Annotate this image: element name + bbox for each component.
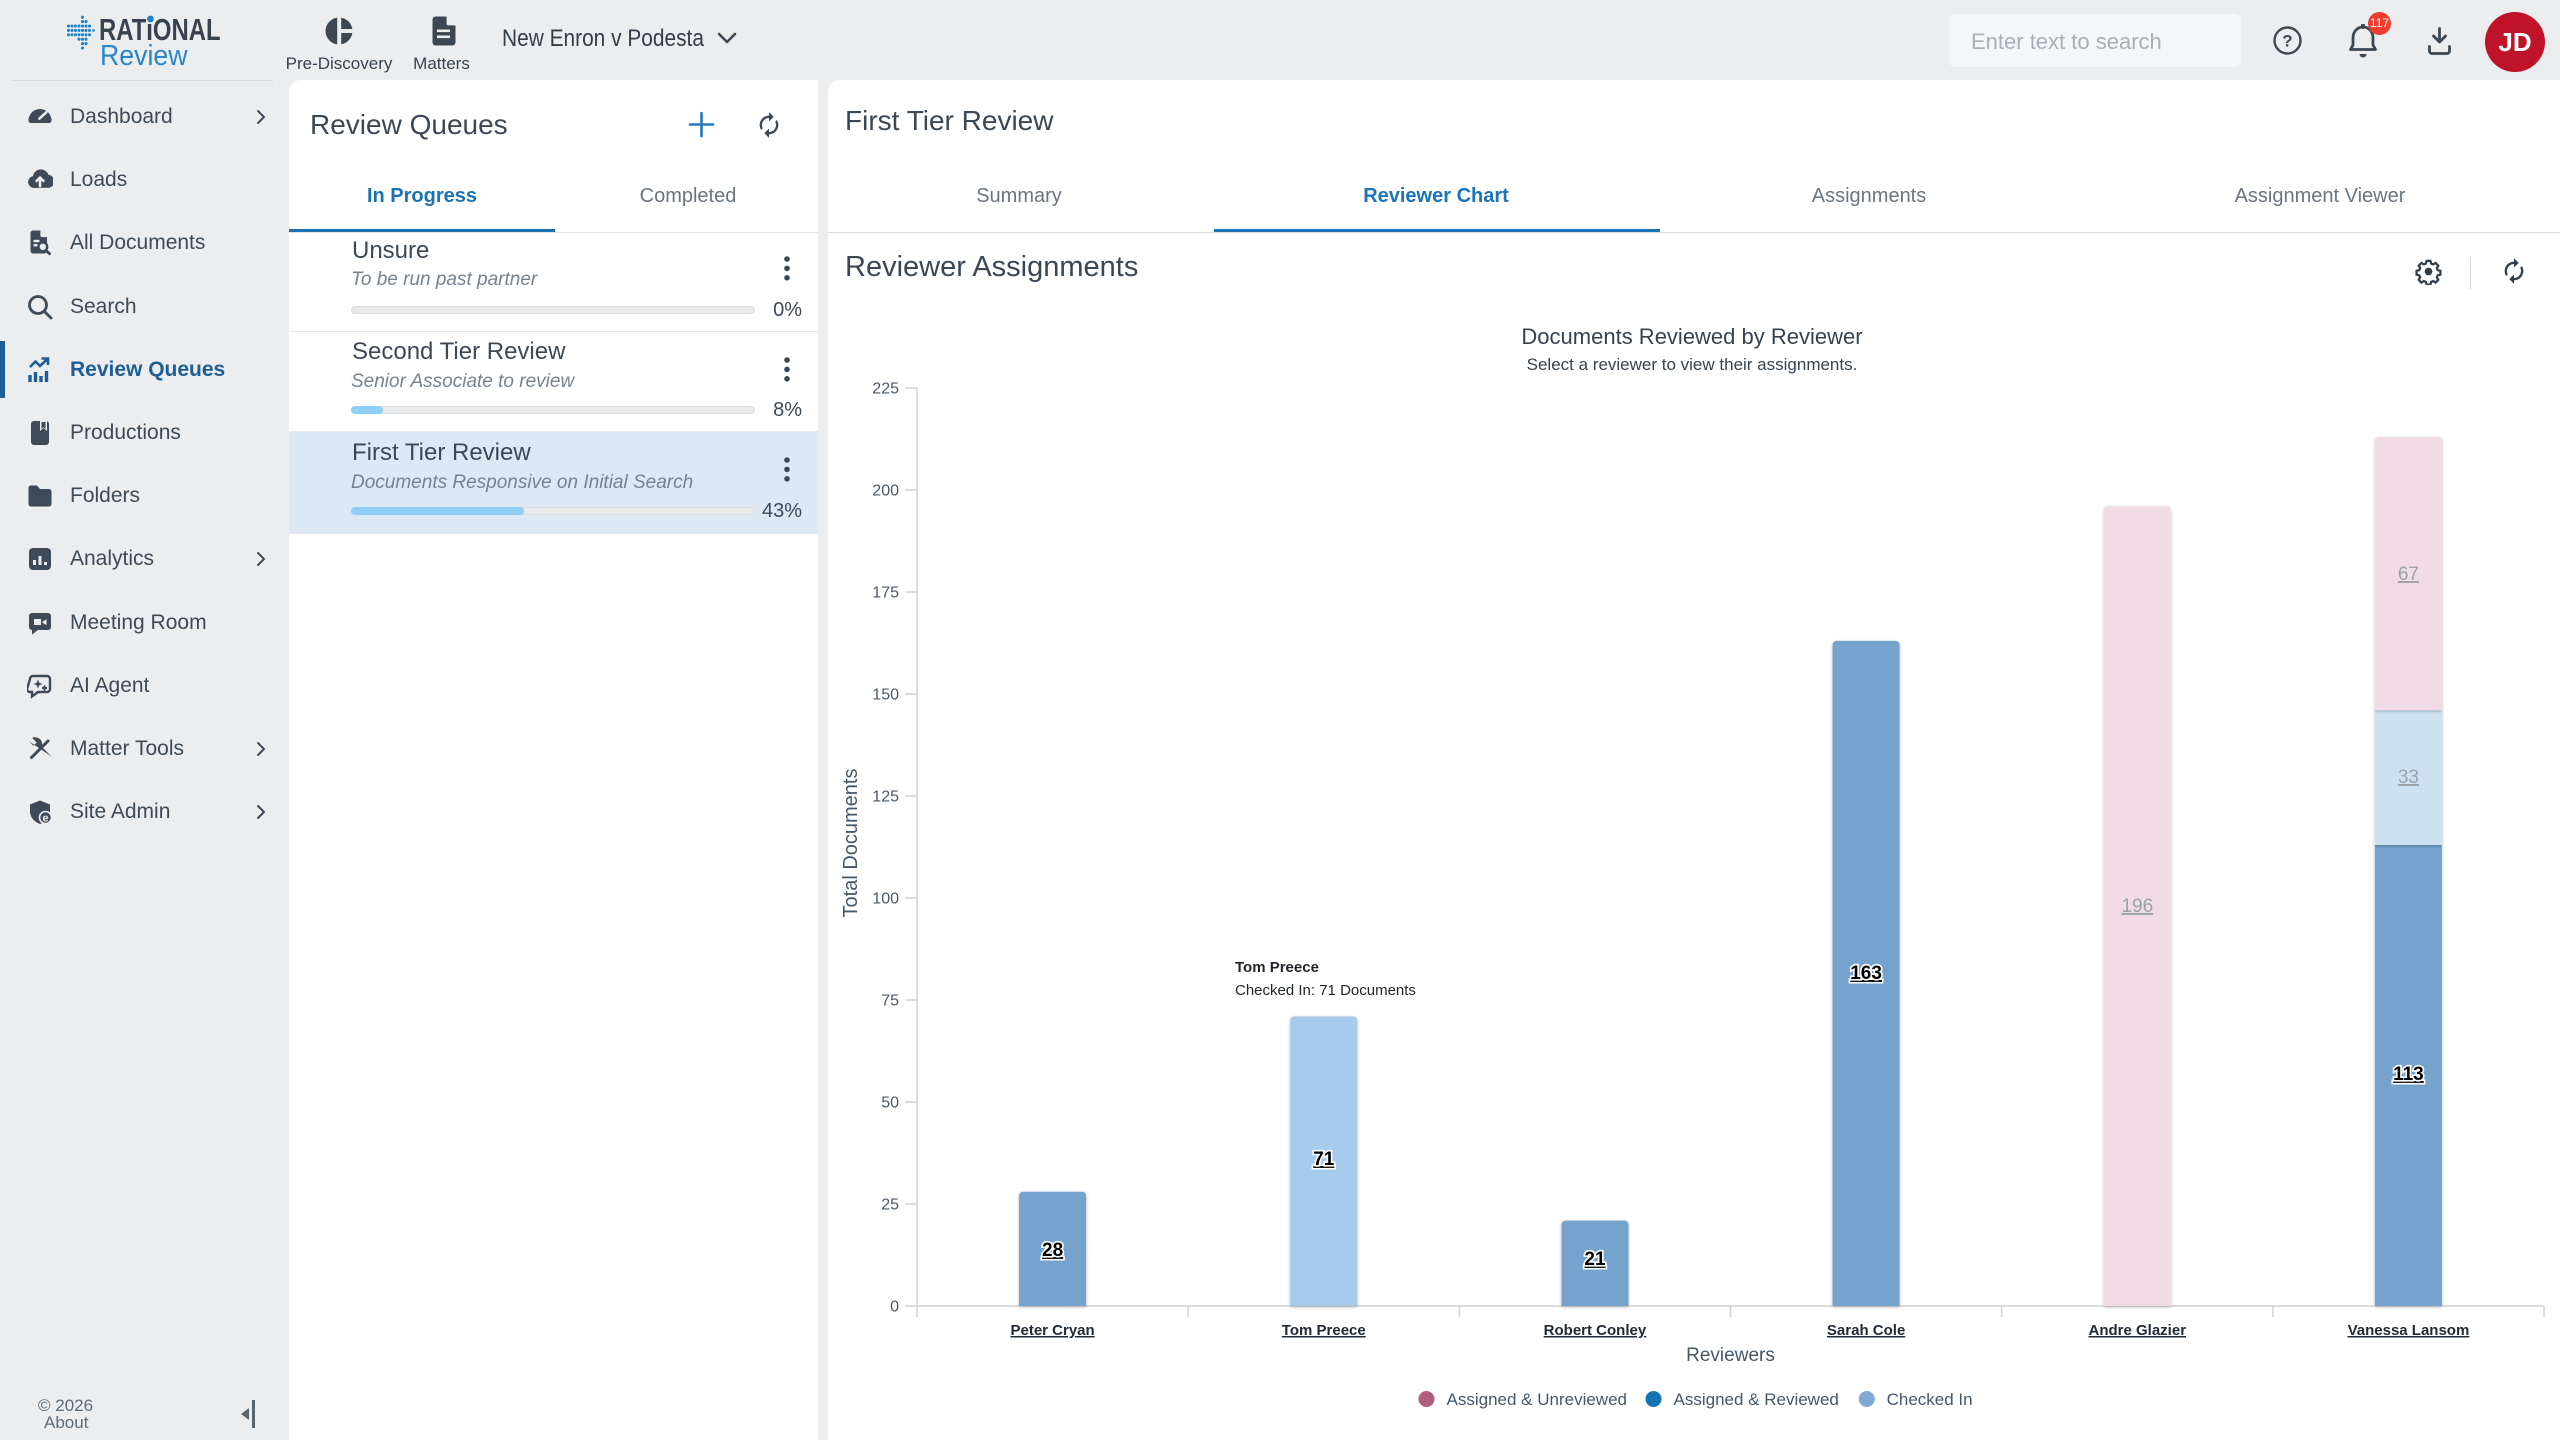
svg-text:150: 150 bbox=[872, 687, 899, 704]
svg-text:Tom Preece: Tom Preece bbox=[1282, 1322, 1366, 1339]
svg-text:50: 50 bbox=[881, 1095, 899, 1112]
svg-text:113: 113 bbox=[2393, 1064, 2424, 1085]
svg-text:Assigned & Reviewed: Assigned & Reviewed bbox=[1674, 1390, 1839, 1409]
svg-text:Reviewers: Reviewers bbox=[1686, 1345, 1775, 1366]
svg-text:Sarah Cole: Sarah Cole bbox=[1827, 1322, 1905, 1339]
svg-text:Checked In: 71 Documents: Checked In: 71 Documents bbox=[1235, 982, 1416, 999]
svg-text:Robert Conley: Robert Conley bbox=[1544, 1322, 1647, 1339]
svg-text:0: 0 bbox=[890, 1299, 899, 1316]
svg-text:Select a reviewer to view thei: Select a reviewer to view their assignme… bbox=[1527, 355, 1858, 374]
svg-text:Andre Glazier: Andre Glazier bbox=[2089, 1322, 2187, 1339]
svg-text:Tom Preece: Tom Preece bbox=[1235, 959, 1319, 976]
svg-text:Checked In: Checked In bbox=[1887, 1390, 1973, 1409]
svg-text:67: 67 bbox=[2398, 564, 2419, 585]
svg-text:28: 28 bbox=[1042, 1240, 1063, 1261]
svg-text:?: ? bbox=[2282, 32, 2292, 51]
svg-text:125: 125 bbox=[872, 789, 899, 806]
svg-text:Documents Reviewed by Reviewer: Documents Reviewed by Reviewer bbox=[1521, 324, 1862, 349]
svg-text:163: 163 bbox=[1850, 963, 1882, 984]
svg-text:75: 75 bbox=[881, 993, 899, 1010]
svg-text:e: e bbox=[42, 813, 48, 825]
svg-text:25: 25 bbox=[881, 1197, 899, 1214]
svg-text:Vanessa Lansom: Vanessa Lansom bbox=[2348, 1322, 2470, 1339]
svg-text:Peter Cryan: Peter Cryan bbox=[1010, 1322, 1094, 1339]
svg-text:200: 200 bbox=[872, 483, 899, 500]
svg-text:Total Documents: Total Documents bbox=[840, 769, 862, 918]
svg-text:71: 71 bbox=[1313, 1149, 1335, 1170]
svg-text:Assigned & Unreviewed: Assigned & Unreviewed bbox=[1447, 1390, 1627, 1409]
svg-text:21: 21 bbox=[1584, 1249, 1606, 1270]
svg-text:100: 100 bbox=[872, 891, 899, 908]
svg-text:175: 175 bbox=[872, 585, 899, 602]
svg-text:196: 196 bbox=[2121, 896, 2153, 917]
svg-text:33: 33 bbox=[2398, 767, 2419, 788]
svg-text:225: 225 bbox=[872, 381, 899, 398]
